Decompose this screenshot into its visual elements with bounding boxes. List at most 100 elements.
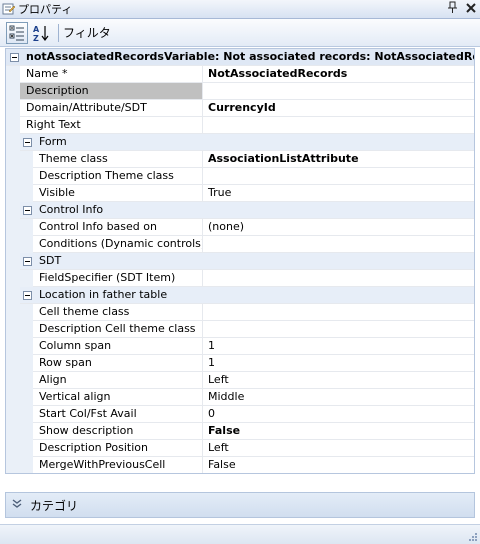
property-name: Show description: [39, 424, 134, 437]
property-name: Row span: [39, 356, 92, 369]
property-value[interactable]: [202, 168, 474, 184]
toolbar-separator: [58, 23, 59, 42]
property-row[interactable]: Show description False: [6, 423, 474, 440]
property-row[interactable]: MergeWithPreviousCell False: [6, 457, 474, 473]
category-panel[interactable]: カテゴリ: [5, 492, 475, 518]
row-indent: [20, 423, 33, 440]
row-indent: [20, 236, 33, 253]
property-row[interactable]: Vertical align Middle: [6, 389, 474, 406]
category-row[interactable]: Control Info: [6, 202, 474, 219]
row-indent: [20, 270, 33, 287]
filter-button[interactable]: フィルタ: [63, 24, 111, 41]
property-value[interactable]: [202, 236, 474, 252]
row-margin: [6, 236, 20, 253]
property-row[interactable]: Right Text: [6, 117, 474, 134]
property-name: MergeWithPreviousCell: [39, 458, 166, 471]
property-row[interactable]: Cell theme class: [6, 304, 474, 321]
property-row[interactable]: Domain/Attribute/SDT CurrencyId: [6, 100, 474, 117]
property-value[interactable]: 1: [202, 355, 474, 371]
sort-az-icon: A Z: [33, 25, 49, 42]
collapse-icon[interactable]: [10, 53, 19, 62]
property-row[interactable]: Theme class AssociationListAttribute: [6, 151, 474, 168]
category-label: Location in father table: [39, 288, 168, 301]
row-indent: [20, 185, 33, 202]
row-indent: [20, 304, 33, 321]
property-name: Right Text: [26, 118, 81, 131]
property-row[interactable]: Description Position Left: [6, 440, 474, 457]
property-name: FieldSpecifier (SDT Item): [39, 271, 176, 284]
resize-grip-icon[interactable]: [467, 531, 477, 541]
row-indent: [20, 406, 33, 423]
row-margin: [6, 100, 20, 117]
property-row[interactable]: Conditions (Dynamic controls): [6, 236, 474, 253]
property-value[interactable]: [202, 83, 474, 99]
category-label: Control Info: [39, 203, 104, 216]
status-bar: [0, 524, 480, 544]
property-value[interactable]: Left: [202, 372, 474, 388]
property-row[interactable]: Name * NotAssociatedRecords: [6, 66, 474, 83]
object-header-row[interactable]: notAssociatedRecordsVariable: Not associ…: [6, 49, 474, 66]
property-row[interactable]: Align Left: [6, 372, 474, 389]
property-value[interactable]: Middle: [202, 389, 474, 405]
property-row[interactable]: Column span 1: [6, 338, 474, 355]
property-row[interactable]: Description Theme class: [6, 168, 474, 185]
property-value[interactable]: False: [202, 423, 474, 439]
property-row[interactable]: Row span 1: [6, 355, 474, 372]
category-label: SDT: [39, 254, 62, 267]
property-row[interactable]: Control Info based on (none): [6, 219, 474, 236]
property-value[interactable]: False: [202, 457, 474, 473]
alphabetical-sort-button[interactable]: A Z: [30, 22, 52, 44]
row-indent: [20, 321, 33, 338]
property-name: Vertical align: [39, 390, 111, 403]
row-margin: [6, 185, 20, 202]
property-row[interactable]: Visible True: [6, 185, 474, 202]
property-value[interactable]: [202, 321, 474, 337]
property-row[interactable]: Start Col/Fst Avail 0: [6, 406, 474, 423]
property-value[interactable]: [202, 304, 474, 320]
property-row[interactable]: FieldSpecifier (SDT Item): [6, 270, 474, 287]
property-value[interactable]: Left: [202, 440, 474, 456]
property-name: Align: [39, 373, 67, 386]
property-value[interactable]: True: [202, 185, 474, 201]
row-margin: [6, 321, 20, 338]
property-value[interactable]: (none): [202, 219, 474, 235]
collapse-icon[interactable]: [23, 257, 32, 266]
property-value[interactable]: CurrencyId: [202, 100, 474, 116]
collapse-icon[interactable]: [23, 138, 32, 147]
category-panel-label: カテゴリ: [30, 498, 79, 513]
window-title: プロパティ: [18, 3, 73, 16]
category-row[interactable]: Location in father table: [6, 287, 474, 304]
category-row[interactable]: Form: [6, 134, 474, 151]
property-grid: notAssociatedRecordsVariable: Not associ…: [5, 48, 475, 474]
row-margin: [6, 372, 20, 389]
property-row[interactable]: Description: [6, 83, 474, 100]
close-icon[interactable]: [462, 1, 480, 18]
property-value[interactable]: [202, 270, 474, 286]
collapse-icon[interactable]: [23, 291, 32, 300]
property-name: Description: [6, 83, 202, 99]
chevron-down-icon[interactable]: [12, 498, 22, 512]
property-value[interactable]: [202, 117, 474, 133]
property-value[interactable]: 0: [202, 406, 474, 422]
row-indent: [20, 457, 33, 473]
categorized-view-button[interactable]: [6, 21, 28, 44]
pin-icon[interactable]: [444, 1, 462, 18]
row-margin: [6, 389, 20, 406]
property-name: Domain/Attribute/SDT: [26, 101, 147, 114]
object-header: notAssociatedRecordsVariable: Not associ…: [26, 50, 475, 63]
svg-text:A: A: [33, 25, 40, 34]
row-indent: [20, 440, 33, 457]
collapse-icon[interactable]: [23, 206, 32, 215]
row-margin: [6, 338, 20, 355]
property-name: Control Info based on: [39, 220, 157, 233]
property-value[interactable]: AssociationListAttribute: [202, 151, 474, 167]
property-value[interactable]: NotAssociatedRecords: [202, 66, 474, 82]
category-row[interactable]: SDT: [6, 253, 474, 270]
property-row[interactable]: Description Cell theme class: [6, 321, 474, 338]
row-margin: [6, 83, 20, 100]
svg-text:Z: Z: [33, 34, 39, 42]
property-name: Cell theme class: [39, 305, 130, 318]
row-margin: [6, 304, 20, 321]
property-value[interactable]: 1: [202, 338, 474, 354]
row-indent: [20, 151, 33, 168]
